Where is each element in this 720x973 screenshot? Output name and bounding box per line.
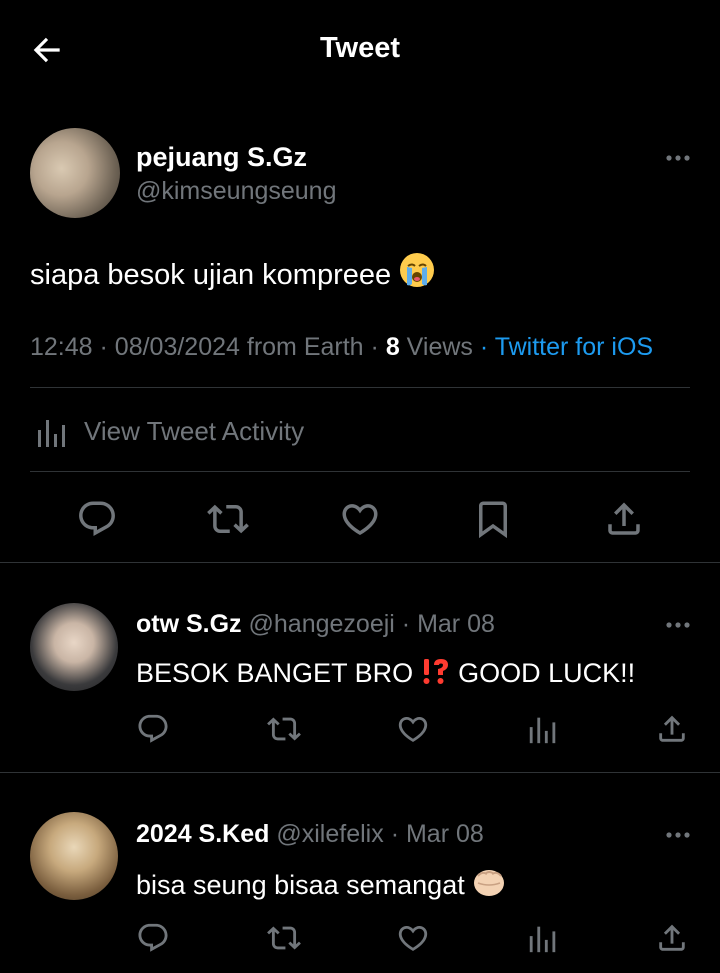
reply-text: bisa seung bisaa semangat — [136, 866, 506, 901]
reply-icon — [138, 923, 168, 952]
reply-text: BESOK BANGET BRO GOOD LUCK!! — [136, 656, 636, 688]
retweet-button[interactable] — [207, 498, 249, 540]
views-count: 8 — [385, 333, 400, 361]
reply-button[interactable] — [136, 712, 170, 746]
share-button[interactable] — [655, 712, 689, 746]
divider — [0, 772, 720, 773]
author-handle[interactable]: @kimseungseung — [136, 177, 337, 206]
views-label: Views — [406, 333, 473, 361]
reply-date[interactable]: Mar 08 — [406, 820, 484, 848]
reply-author-name[interactable]: otw S.Gz — [136, 610, 242, 638]
more-options-button[interactable] — [665, 620, 691, 630]
like-button[interactable] — [396, 712, 430, 746]
reply-date[interactable]: Mar 08 — [417, 610, 495, 638]
tweet-text: siapa besok ujian kompreee — [30, 252, 435, 292]
like-icon — [398, 925, 428, 951]
more-options-button[interactable] — [665, 830, 691, 840]
view-tweet-activity-link[interactable]: View Tweet Activity — [84, 416, 304, 447]
analytics-icon — [529, 717, 556, 744]
double-exclamation-question-emoji — [421, 656, 451, 686]
like-icon — [342, 504, 378, 536]
views-button[interactable] — [526, 921, 560, 955]
avatar[interactable] — [30, 603, 118, 691]
more-icon — [666, 155, 690, 161]
share-icon — [659, 715, 685, 742]
more-options-button[interactable] — [665, 153, 691, 163]
share-button[interactable] — [655, 921, 689, 955]
share-icon — [608, 502, 640, 535]
avatar[interactable] — [30, 128, 120, 218]
views-button[interactable] — [526, 712, 560, 746]
like-button[interactable] — [339, 498, 381, 540]
tweet-source-link[interactable]: Twitter for iOS — [495, 333, 653, 361]
reply-header: 2024 S.Ked @xilefelix · Mar 08 — [136, 820, 484, 848]
retweet-button[interactable] — [267, 921, 301, 955]
author-name[interactable]: pejuang S.Gz — [136, 142, 307, 173]
loudly-crying-face-emoji — [399, 252, 435, 288]
oncoming-fist-emoji — [472, 866, 506, 898]
reply-button[interactable] — [76, 498, 118, 540]
more-icon — [666, 622, 690, 628]
page-title: Tweet — [319, 32, 401, 64]
share-icon — [659, 924, 685, 951]
more-icon — [666, 832, 690, 838]
tweet-meta: 12:48 · 08/03/2024 from Earth · 8 Views … — [30, 333, 654, 361]
share-button[interactable] — [603, 498, 645, 540]
reply-icon — [79, 501, 115, 536]
bookmark-button[interactable] — [472, 498, 514, 540]
retweet-icon — [207, 504, 249, 534]
bookmark-icon — [479, 501, 507, 539]
retweet-icon — [267, 717, 301, 741]
retweet-button[interactable] — [267, 712, 301, 746]
tweet-location: from Earth — [246, 333, 364, 361]
divider — [0, 562, 720, 563]
reply-icon — [138, 714, 168, 743]
reply-author-handle[interactable]: @hangezoeji — [249, 610, 395, 638]
reply-header: otw S.Gz @hangezoeji · Mar 08 — [136, 610, 495, 638]
reply-author-handle[interactable]: @xilefelix — [276, 820, 383, 848]
divider — [30, 471, 690, 472]
retweet-icon — [267, 926, 301, 950]
like-button[interactable] — [396, 921, 430, 955]
reply-button[interactable] — [136, 921, 170, 955]
like-icon — [398, 716, 428, 742]
analytics-icon — [529, 926, 556, 953]
divider — [30, 387, 690, 388]
avatar[interactable] — [30, 812, 118, 900]
analytics-icon[interactable] — [34, 414, 70, 450]
tweet-date: 08/03/2024 — [114, 333, 240, 361]
tweet-time: 12:48 — [30, 333, 93, 361]
reply-author-name[interactable]: 2024 S.Ked — [136, 820, 269, 848]
